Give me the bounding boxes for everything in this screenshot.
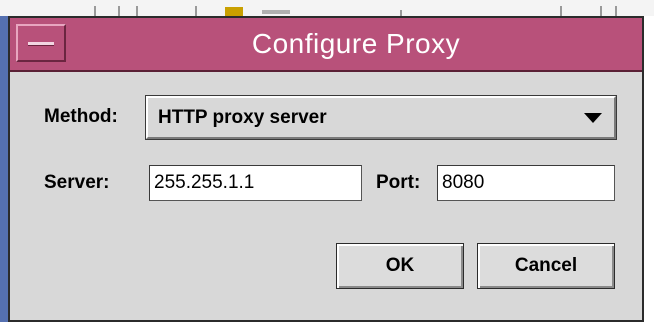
background-tick: [136, 6, 138, 16]
port-input[interactable]: [437, 165, 615, 201]
title-bar[interactable]: Configure Proxy: [10, 18, 642, 72]
port-label: Port:: [376, 172, 421, 193]
background-tick: [94, 6, 96, 16]
background-icon: [225, 7, 243, 16]
background-tick: [615, 6, 617, 16]
background-window-edge: [0, 16, 8, 322]
background-tick: [195, 6, 197, 16]
background-window-edge: [644, 16, 654, 322]
chevron-down-icon: [584, 113, 602, 123]
background-tick: [560, 6, 562, 16]
method-dropdown[interactable]: HTTP proxy server: [145, 95, 617, 140]
window-menu-button[interactable]: [16, 24, 66, 62]
window-menu-icon: [28, 42, 54, 46]
server-label: Server:: [44, 172, 110, 193]
configure-proxy-dialog: Configure Proxy Method: HTTP proxy serve…: [8, 16, 644, 322]
method-selected-value: HTTP proxy server: [158, 107, 327, 128]
background-tick: [118, 6, 120, 16]
dialog-title: Configure Proxy: [251, 28, 461, 59]
method-label: Method:: [44, 106, 118, 127]
server-input[interactable]: [149, 165, 362, 201]
background-icon: [262, 10, 290, 14]
cancel-button[interactable]: Cancel: [477, 243, 615, 289]
ok-button[interactable]: OK: [336, 243, 464, 289]
background-app-strip: [0, 0, 654, 17]
background-tick: [600, 6, 602, 16]
